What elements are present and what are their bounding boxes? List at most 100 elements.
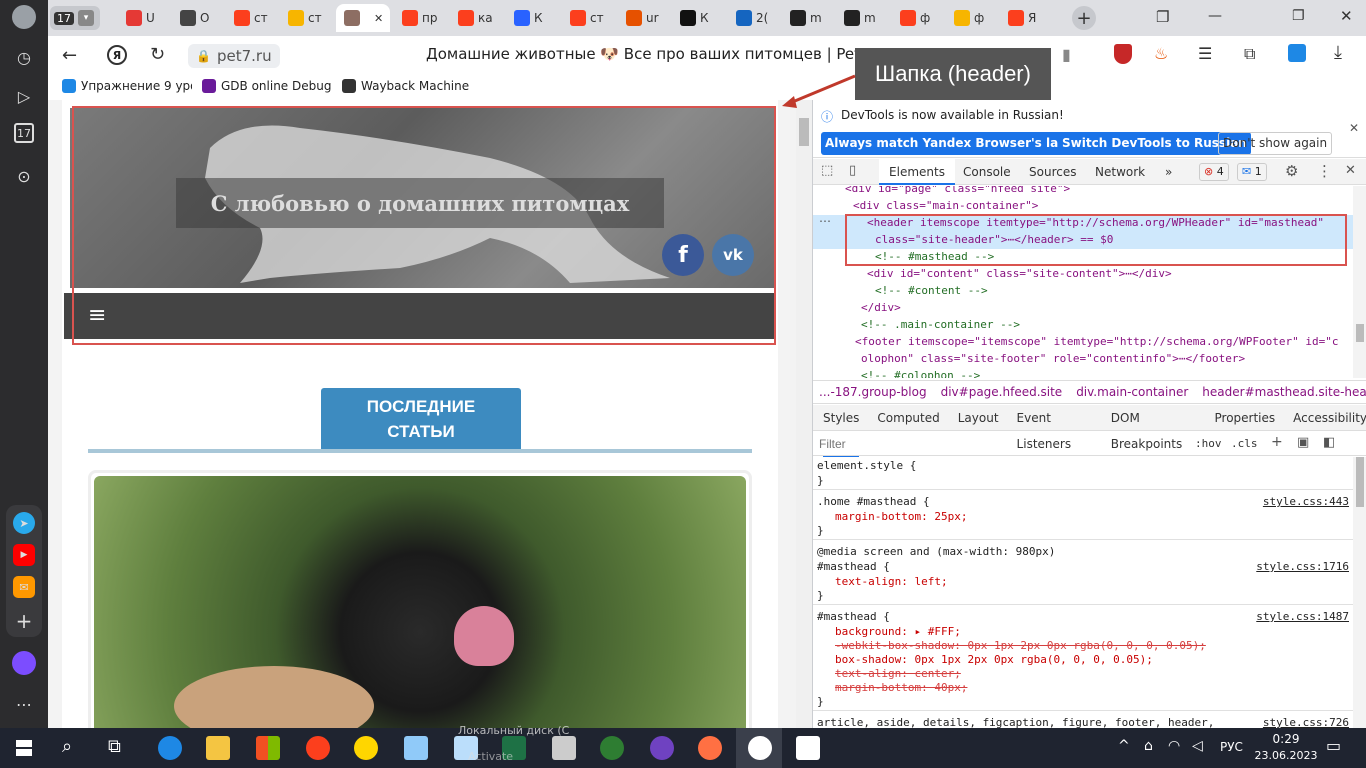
play-icon[interactable]: ▷	[11, 83, 37, 109]
yandex-browser-icon[interactable]	[748, 736, 772, 760]
hov-toggle[interactable]: :hov	[1195, 437, 1222, 450]
bookmark-item[interactable]: GDB online Debugg...	[202, 79, 332, 93]
browser-tab[interactable]: ф	[892, 4, 946, 32]
cls-toggle[interactable]: .cls	[1231, 437, 1258, 450]
store-icon[interactable]	[256, 736, 280, 760]
dom-line[interactable]: </div>	[861, 301, 901, 314]
css-rule[interactable]: @media screen and (max-width: 980px) #mas…	[813, 545, 1353, 605]
tab-sources[interactable]: Sources	[1029, 159, 1076, 185]
gear-icon[interactable]: ⚙	[1285, 162, 1298, 180]
dom-line[interactable]: <!-- .main-container -->	[861, 318, 1020, 331]
css-source-link[interactable]: style.css:1487	[1256, 610, 1349, 623]
search-icon[interactable]: ⌕	[62, 736, 72, 757]
restore-icon[interactable]: ❐	[1292, 8, 1305, 24]
styles-scroll-thumb[interactable]	[1356, 457, 1364, 507]
mail-icon[interactable]: ✉	[13, 576, 35, 598]
notepad-icon[interactable]	[404, 736, 428, 760]
dom-scroll-thumb[interactable]	[1356, 324, 1364, 342]
github-desktop-icon[interactable]	[650, 736, 674, 760]
styles-filter-input[interactable]	[819, 435, 1179, 453]
css-source-link[interactable]: style.css:443	[1263, 495, 1349, 508]
more-tabs-icon[interactable]: »	[1165, 159, 1172, 185]
device-icon[interactable]: ▯	[849, 163, 856, 178]
browser-tab[interactable]: К	[506, 4, 560, 32]
browser-tab[interactable]: ст	[280, 4, 334, 32]
wifi-icon[interactable]: ◠	[1168, 738, 1180, 754]
breadcrumb-item[interactable]: div.main-container	[1076, 385, 1188, 399]
back-icon[interactable]: ←	[62, 45, 77, 66]
browser-tab[interactable]: O	[172, 4, 226, 32]
breadcrumb-item[interactable]: ...-187.group-blog	[819, 385, 927, 399]
yandex-icon[interactable]: Я	[107, 45, 127, 65]
browser-tab[interactable]: m	[782, 4, 836, 32]
dom-line[interactable]: <footer itemscope="itemscope" itemtype="…	[855, 335, 1338, 348]
node-menu-icon[interactable]: ⋯	[819, 214, 831, 228]
tray-chevron-icon[interactable]: ^	[1118, 738, 1130, 754]
message-badge[interactable]: ✉ 1	[1237, 163, 1267, 181]
breadcrumb-item[interactable]: div#page.hfeed.site	[941, 385, 1063, 399]
browser-tab[interactable]: ст	[226, 4, 280, 32]
fire-icon[interactable]: ♨	[1154, 44, 1168, 63]
new-tab-button[interactable]: +	[1072, 6, 1096, 30]
css-rule[interactable]: article, aside, details, figcaption, fig…	[813, 716, 1353, 728]
page-scrollbar[interactable]	[796, 100, 812, 728]
close-tab-icon[interactable]: ✕	[374, 12, 383, 25]
profile-avatar[interactable]	[12, 5, 36, 29]
color-format-icon[interactable]: ▣	[1297, 435, 1309, 450]
screenshot-icon[interactable]: ⊙	[11, 163, 37, 189]
yandex-taskbar-icon[interactable]	[306, 736, 330, 760]
tab-group-counter[interactable]: 17 ▾	[50, 6, 100, 30]
kebab-icon[interactable]: ⋮	[1317, 162, 1332, 180]
tab-menu-icon[interactable]: ❐	[1156, 8, 1169, 26]
reload-icon[interactable]: ↻	[150, 44, 165, 65]
browser-tab[interactable]: ur	[618, 4, 672, 32]
breadcrumb-item[interactable]: header#masthead.site-header	[1202, 385, 1366, 399]
close-devtools-icon[interactable]: ✕	[1345, 163, 1356, 178]
add-app-icon[interactable]: +	[11, 608, 37, 634]
bookmark-icon[interactable]: ▮	[1062, 45, 1071, 64]
browser-tab[interactable]: m	[836, 4, 890, 32]
dont-show-button[interactable]: Don't show again	[1218, 132, 1333, 155]
notifications-icon[interactable]: ▭	[1326, 736, 1341, 755]
language-indicator[interactable]: РУС	[1220, 740, 1243, 754]
browser-tab[interactable]: Я	[1000, 4, 1054, 32]
clock-time[interactable]: 0:29	[1262, 732, 1310, 746]
volume-icon[interactable]: ◁	[1192, 738, 1203, 754]
alice-icon[interactable]	[12, 651, 36, 675]
site-info[interactable]: 🔒 pet7.ru	[188, 44, 280, 68]
dom-scrollbar[interactable]	[1353, 186, 1366, 378]
network-icon[interactable]: ⌂	[1144, 738, 1153, 754]
css-rule[interactable]: #masthead {style.css:1487 background: ▸ #…	[813, 610, 1353, 711]
bookmark-item[interactable]: Wayback Machine	[342, 79, 469, 93]
article-card[interactable]	[88, 470, 752, 728]
explorer-icon[interactable]	[206, 736, 230, 760]
yandex-music-icon[interactable]	[354, 736, 378, 760]
error-badge[interactable]: ⊗ 4	[1199, 163, 1229, 181]
menu-icon[interactable]: ☰	[1198, 44, 1212, 63]
dom-line[interactable]: <div id="content" class="site-content">⋯…	[867, 267, 1172, 280]
calculator-icon[interactable]	[552, 736, 576, 760]
add-rule-icon[interactable]: +	[1271, 434, 1283, 450]
clock-date[interactable]: 23.06.2023	[1254, 749, 1318, 762]
more-icon[interactable]: ⋯	[11, 691, 37, 717]
dom-line[interactable]: <!-- #content -->	[875, 284, 988, 297]
browser-tab[interactable]: U	[118, 4, 172, 32]
tab-console[interactable]: Console	[963, 159, 1011, 185]
styles-scrollbar[interactable]	[1353, 457, 1366, 728]
youtube-icon[interactable]: ▶	[13, 544, 35, 566]
css-rule[interactable]: .home #masthead {style.css:443 margin-bot…	[813, 495, 1353, 540]
browser-tab[interactable]: ка	[450, 4, 504, 32]
browser-tab[interactable]: пр	[394, 4, 448, 32]
browser-tab[interactable]: 2(	[728, 4, 782, 32]
browser-tab[interactable]: ф	[946, 4, 1000, 32]
inspect-icon[interactable]: ⬚	[821, 163, 833, 178]
sidebar-toggle-icon[interactable]: ◧	[1323, 435, 1335, 450]
paint3d-icon[interactable]	[698, 736, 722, 760]
dom-line[interactable]: olophon" class="site-footer" role="conte…	[861, 352, 1245, 365]
upwork-icon[interactable]	[600, 736, 624, 760]
screenshot-ext-icon[interactable]	[1288, 44, 1306, 62]
close-window-icon[interactable]: ✕	[1340, 7, 1353, 25]
css-rule[interactable]: element.style {}	[813, 459, 1353, 490]
edge-icon[interactable]	[158, 736, 182, 760]
browser-tab[interactable]: К	[672, 4, 726, 32]
